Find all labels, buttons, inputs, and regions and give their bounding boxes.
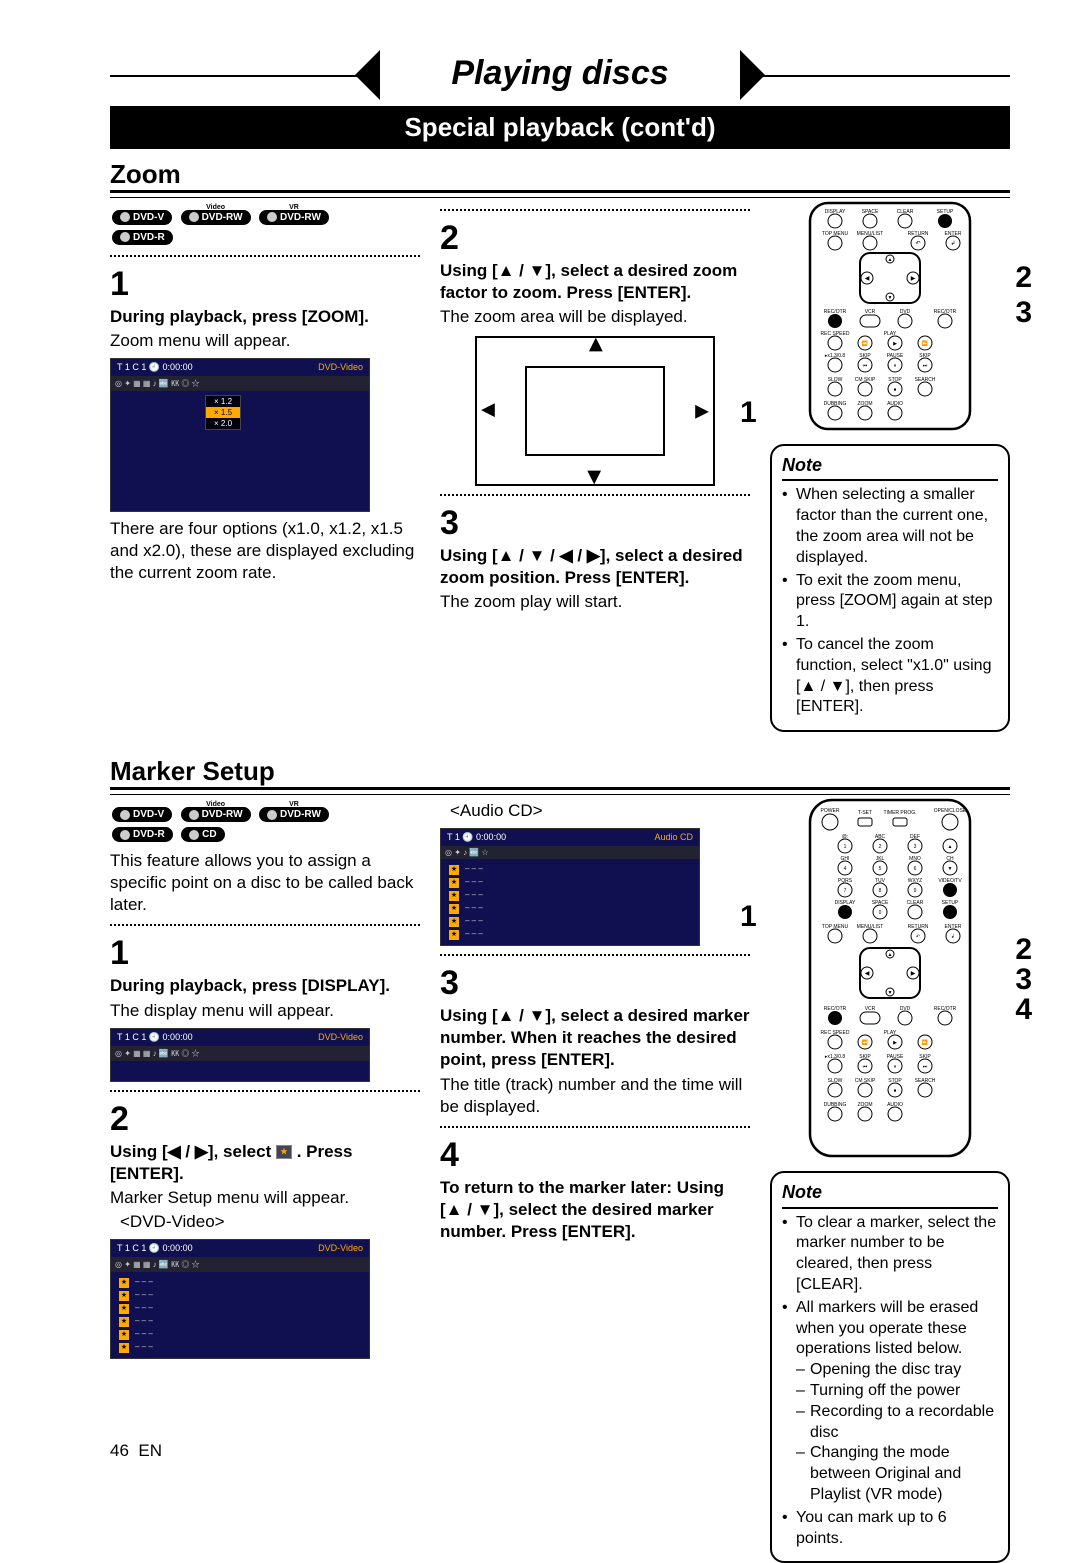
remote-diagram-full: POWERT-SETTIMER PROG.OPEN/CLOSE @:ABCDEF… [805, 798, 975, 1163]
svg-text:⏭: ⏭ [923, 363, 928, 369]
svg-text:TIMER PROG.: TIMER PROG. [883, 810, 916, 816]
svg-text:↲: ↲ [950, 240, 955, 247]
svg-text:⏸: ⏸ [894, 363, 897, 369]
svg-text:POWER: POWER [821, 808, 840, 814]
svg-text:▲: ▲ [948, 844, 953, 850]
svg-text:⏹: ⏹ [894, 1088, 897, 1094]
svg-text:⏸: ⏸ [894, 1064, 897, 1070]
svg-text:9: 9 [914, 888, 917, 894]
marker-disc-badges: DVD-V VideoDVD-RW VRDVD-RW DVD-R CD [110, 804, 420, 844]
zoom-area-diagram: ▶ ▶ ▶ ▶ [475, 336, 715, 486]
zoom-step-2-num: 2 [440, 219, 750, 258]
marker-osd-audiocd: T 1 🕘 0:00:00Audio CD ◎ ✦ ♪ 🔤 ☆ ★– – – ★… [440, 828, 700, 946]
marker-step-2-instruction: Using [◀ / ▶], select ★ . Press [ENTER]. [110, 1141, 420, 1185]
page-title: Playing discs [110, 54, 1010, 93]
marker-step-4-num: 4 [440, 1136, 750, 1175]
marker-ref-2: 2 [1015, 933, 1032, 967]
zoom-step-3-num: 3 [440, 504, 750, 543]
zoom-ref-3: 3 [1015, 296, 1032, 330]
svg-text:▶: ▶ [893, 341, 897, 347]
svg-text:⏪: ⏪ [862, 340, 868, 347]
page-footer: 46 EN [110, 1441, 162, 1461]
subtitle-band: Special playback (cont'd) [110, 106, 1010, 149]
svg-text:3: 3 [914, 844, 917, 850]
zoom-osd-1: T 1 C 1 🕘 0:00:00DVD-Video ◎ ✦ ▦ ▦ ♪ 🔤 ㏍… [110, 358, 370, 512]
svg-text:▲: ▲ [888, 257, 893, 263]
svg-text:⏭: ⏭ [923, 1064, 928, 1070]
svg-text:8: 8 [879, 888, 882, 894]
zoom-ref-1: 1 [740, 396, 757, 430]
arrow-left-icon: ▶ [481, 401, 495, 422]
marker-icon: ★ [276, 1145, 292, 1159]
svg-text:OPEN/CLOSE: OPEN/CLOSE [934, 808, 967, 814]
svg-text:↲: ↲ [951, 934, 955, 940]
zoom-step-1-instruction: During playback, press [ZOOM]. [110, 306, 420, 328]
svg-text:↶: ↶ [916, 934, 920, 940]
zoom-section-title: Zoom [110, 159, 1010, 193]
svg-text:▼: ▼ [888, 990, 893, 996]
svg-text:▼: ▼ [948, 866, 953, 872]
svg-text:▶: ▶ [911, 971, 916, 977]
marker-step-1-num: 1 [110, 934, 420, 973]
marker-ref-3: 3 [1015, 963, 1032, 997]
svg-text:5: 5 [879, 866, 882, 872]
marker-note-box: Note To clear a marker, select the marke… [770, 1171, 1010, 1563]
zoom-step-1-num: 1 [110, 265, 420, 304]
zoom-note-box: Note When selecting a smaller factor tha… [770, 444, 1010, 732]
svg-text:1: 1 [844, 844, 847, 850]
marker-step-1-instruction: During playback, press [DISPLAY]. [110, 975, 420, 997]
svg-text:⏪: ⏪ [862, 1039, 868, 1046]
zoom-ref-2: 2 [1015, 261, 1032, 295]
svg-text:2: 2 [879, 844, 882, 850]
remote-diagram-top: DISPLAYSPACECLEARSETUP TOP MENUMENU/LIST… [805, 201, 975, 436]
marker-ref-4: 4 [1015, 993, 1032, 1027]
zoom-step-1-footer: There are four options (x1.0, x1.2, x1.5… [110, 518, 420, 584]
svg-text:6: 6 [914, 866, 917, 872]
marker-osd-dvdvideo: T 1 C 1 🕘 0:00:00DVD-Video ◎ ✦ ▦ ▦ ♪ 🔤 ㏍… [110, 1239, 370, 1359]
svg-text:VCR: VCR [865, 309, 876, 315]
svg-text:▶: ▶ [893, 1040, 897, 1046]
svg-text:4: 4 [844, 866, 847, 872]
svg-text:⏩: ⏩ [922, 1039, 928, 1046]
svg-text:▲: ▲ [888, 952, 893, 958]
marker-osd-display: T 1 C 1 🕘 0:00:00DVD-Video ◎ ✦ ▦ ▦ ♪ 🔤 ㏍… [110, 1028, 370, 1082]
svg-text:◀: ◀ [865, 276, 870, 282]
svg-text:◀: ◀ [865, 971, 870, 977]
svg-text:VCR: VCR [865, 1006, 876, 1012]
svg-text:T-SET: T-SET [858, 810, 872, 816]
zoom-disc-badges: DVD-V VideoDVD-RW VRDVD-RW DVD-R [110, 207, 420, 247]
svg-text:▶: ▶ [911, 276, 916, 282]
marker-step-2-num: 2 [110, 1100, 420, 1139]
arrow-down-icon: ▶ [585, 471, 606, 485]
svg-text:⏩: ⏩ [922, 340, 928, 347]
marker-section-title: Marker Setup [110, 756, 1010, 790]
marker-ref-1: 1 [740, 900, 757, 934]
arrow-up-icon: ▶ [585, 338, 606, 352]
svg-text:⏹: ⏹ [894, 387, 897, 393]
svg-text:▼: ▼ [888, 295, 893, 301]
svg-text:0: 0 [879, 910, 882, 916]
svg-text:⏮: ⏮ [863, 1064, 868, 1070]
marker-intro: This feature allows you to assign a spec… [110, 850, 420, 916]
zoom-step-3-instruction: Using [▲ / ▼ / ◀ / ▶], select a desired … [440, 545, 750, 589]
svg-text:7: 7 [844, 888, 847, 894]
header-band: Playing discs [110, 50, 1010, 100]
marker-step-3-num: 3 [440, 964, 750, 1003]
marker-step-4-instruction: To return to the marker later: Using [▲ … [440, 1177, 750, 1243]
svg-text:↶: ↶ [915, 240, 920, 247]
marker-step-3-instruction: Using [▲ / ▼], select a desired marker n… [440, 1005, 750, 1071]
svg-text:⏮: ⏮ [863, 363, 868, 369]
zoom-step-2-instruction: Using [▲ / ▼], select a desired zoom fac… [440, 260, 750, 304]
arrow-right-icon: ▶ [695, 401, 709, 422]
